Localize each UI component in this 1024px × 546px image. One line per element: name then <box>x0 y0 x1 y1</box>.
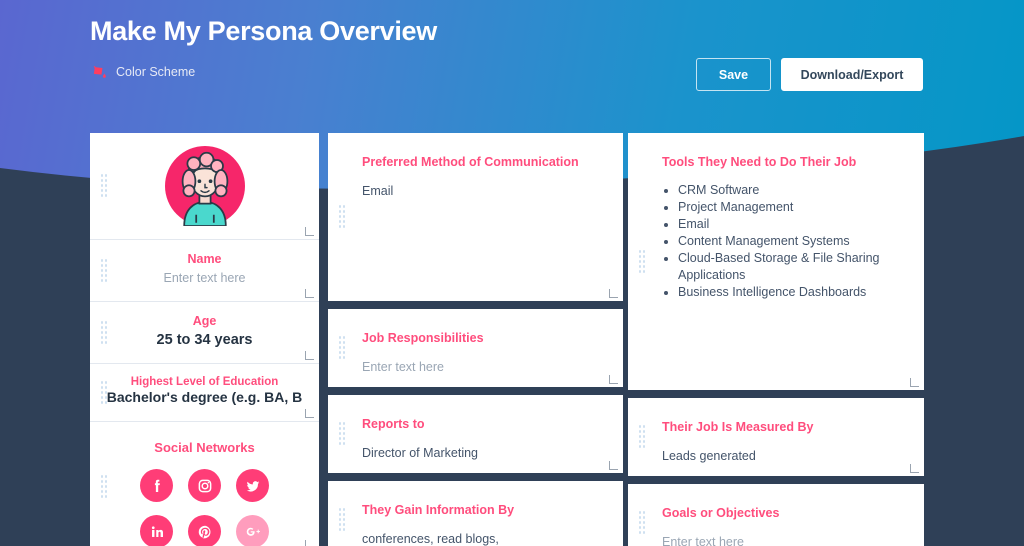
drag-handle-icon[interactable] <box>100 257 107 284</box>
column-right: Tools They Need to Do Their Job CRM Softw… <box>628 133 924 546</box>
persona-board: Name Enter text here Age 25 to 34 years … <box>0 0 1024 546</box>
twitter-icon[interactable] <box>236 469 269 502</box>
card-their-job-is-measured-by[interactable]: Their Job Is Measured By Leads generated <box>628 398 924 476</box>
list-item: Project Management <box>678 199 890 216</box>
name-value[interactable]: Enter text here <box>164 271 246 285</box>
social-row-1 <box>100 469 309 502</box>
resize-handle-icon[interactable] <box>609 289 618 298</box>
preferred-method-of-communication-value[interactable]: Email <box>362 184 393 198</box>
name-label: Name <box>187 252 222 266</box>
tools-they-need-to-do-their-job-list: CRM SoftwareProject ManagementEmailConte… <box>678 182 890 301</box>
resize-handle-icon[interactable] <box>305 351 314 360</box>
list-item: Cloud-Based Storage & File Sharing Appli… <box>678 250 890 284</box>
social-networks-label: Social Networks <box>154 440 255 455</box>
facebook-icon[interactable] <box>140 469 173 502</box>
resize-handle-icon[interactable] <box>305 540 314 546</box>
card-body: Reports to Director of Marketing <box>328 395 623 473</box>
drag-handle-icon[interactable] <box>100 319 107 346</box>
age-label: Age <box>192 314 217 328</box>
job-responsibilities-value[interactable]: Enter text here <box>362 360 444 374</box>
goals-or-objectives-value[interactable]: Enter text here <box>662 535 744 546</box>
card-body: Preferred Method of Communication Email <box>328 133 623 214</box>
card-body: Tools They Need to Do Their Job CRM Softw… <box>628 133 924 315</box>
card-education[interactable]: Highest Level of Education Bachelor's de… <box>90 364 319 422</box>
googleplus-icon[interactable] <box>236 515 269 546</box>
drag-handle-icon[interactable] <box>338 421 345 447</box>
card-body: Goals or Objectives Enter text here <box>628 484 924 546</box>
card-body: They Gain Information By conferences, rea… <box>328 481 623 546</box>
resize-handle-icon[interactable] <box>305 409 314 418</box>
list-item: CRM Software <box>678 182 890 199</box>
age-value[interactable]: 25 to 34 years <box>157 332 253 348</box>
resize-handle-icon[interactable] <box>910 378 919 387</box>
resize-handle-icon[interactable] <box>305 289 314 298</box>
card-body: Job Responsibilities Enter text here <box>328 309 623 387</box>
card-preferred-method-of-communication[interactable]: Preferred Method of Communication Email <box>328 133 623 301</box>
social-row-2 <box>100 515 309 546</box>
avatar <box>164 146 245 227</box>
they-gain-information-by-value[interactable]: conferences, read blogs, <box>362 532 499 546</box>
job-responsibilities-label: Job Responsibilities <box>362 331 484 345</box>
their-job-is-measured-by-label: Their Job Is Measured By <box>662 420 814 434</box>
education-label: Highest Level of Education <box>130 376 279 388</box>
instagram-icon[interactable] <box>188 469 221 502</box>
pinterest-icon[interactable] <box>188 515 221 546</box>
resize-handle-icon[interactable] <box>609 375 618 384</box>
drag-handle-icon[interactable] <box>338 335 345 361</box>
drag-handle-icon[interactable] <box>100 379 107 406</box>
card-they-gain-information-by[interactable]: They Gain Information By conferences, rea… <box>328 481 623 546</box>
drag-handle-icon[interactable] <box>638 424 645 450</box>
goals-or-objectives-label: Goals or Objectives <box>662 506 780 520</box>
drag-handle-icon[interactable] <box>338 507 345 533</box>
drag-handle-icon[interactable] <box>638 510 645 536</box>
drag-handle-icon[interactable] <box>638 248 645 275</box>
list-item: Email <box>678 216 890 233</box>
drag-handle-icon[interactable] <box>338 204 345 230</box>
education-value[interactable]: Bachelor's degree (e.g. BA, B <box>107 389 303 405</box>
drag-handle-icon[interactable] <box>100 474 107 500</box>
resize-handle-icon[interactable] <box>305 227 314 236</box>
card-social-networks[interactable]: Social Networks <box>90 422 319 546</box>
column-left: Name Enter text here Age 25 to 34 years … <box>90 133 319 546</box>
drag-handle-icon[interactable] <box>100 173 107 199</box>
card-reports-to[interactable]: Reports to Director of Marketing <box>328 395 623 473</box>
list-item: Content Management Systems <box>678 233 890 250</box>
card-job-responsibilities[interactable]: Job Responsibilities Enter text here <box>328 309 623 387</box>
card-avatar[interactable] <box>90 133 319 240</box>
resize-handle-icon[interactable] <box>910 464 919 473</box>
card-name[interactable]: Name Enter text here <box>90 240 319 302</box>
resize-handle-icon[interactable] <box>609 461 618 470</box>
reports-to-label: Reports to <box>362 417 425 431</box>
card-age[interactable]: Age 25 to 34 years <box>90 302 319 364</box>
preferred-method-of-communication-label: Preferred Method of Communication <box>362 155 579 169</box>
card-goals-or-objectives[interactable]: Goals or Objectives Enter text here <box>628 484 924 546</box>
linkedin-icon[interactable] <box>140 515 173 546</box>
column-middle: Preferred Method of Communication Email Jo… <box>328 133 623 546</box>
list-item: Business Intelligence Dashboards <box>678 284 890 301</box>
card-body: Their Job Is Measured By Leads generated <box>628 398 924 476</box>
card-tools-they-need-to-do-their-job[interactable]: Tools They Need to Do Their Job CRM Softw… <box>628 133 924 390</box>
their-job-is-measured-by-value[interactable]: Leads generated <box>662 449 756 463</box>
they-gain-information-by-label: They Gain Information By <box>362 503 515 517</box>
tools-they-need-to-do-their-job-label: Tools They Need to Do Their Job <box>662 155 857 169</box>
reports-to-value[interactable]: Director of Marketing <box>362 446 478 460</box>
